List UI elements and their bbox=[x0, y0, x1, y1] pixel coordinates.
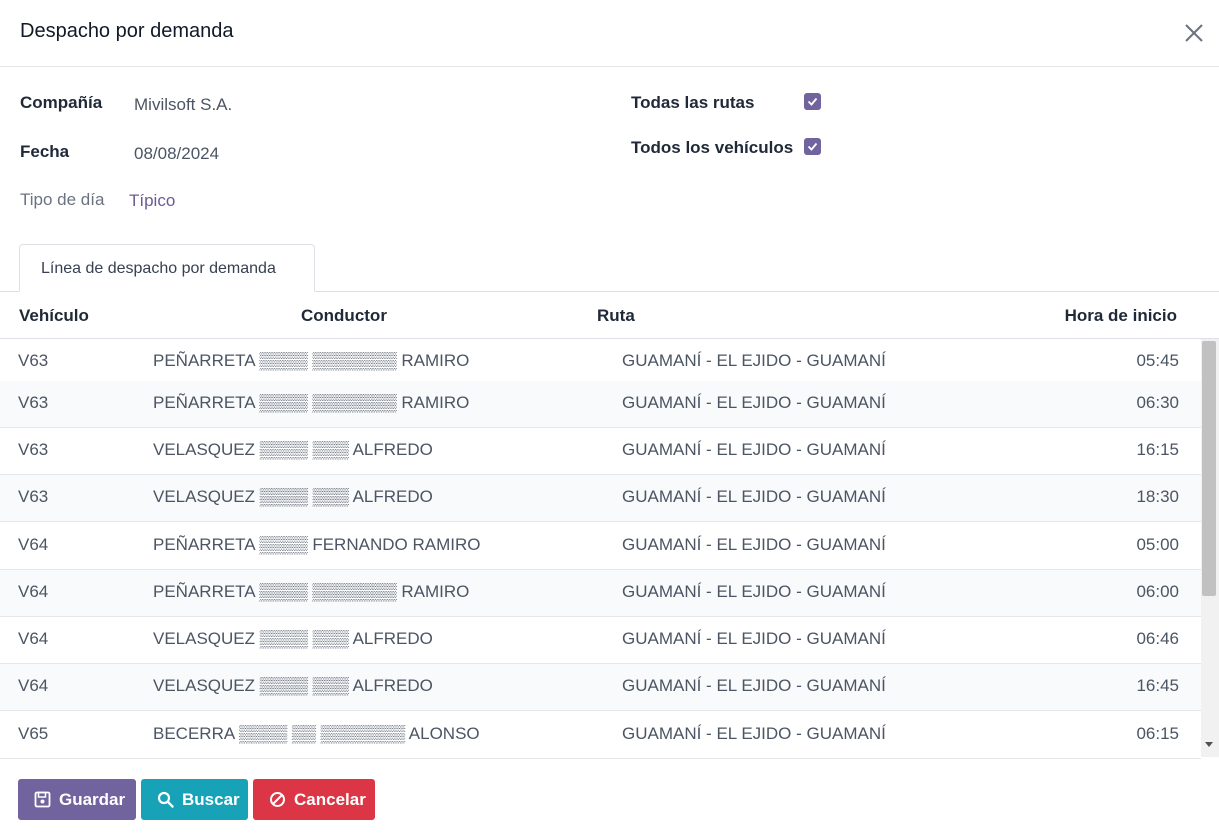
cell-route: GUAMANÍ - EL EJIDO - GUAMANÍ bbox=[622, 724, 886, 743]
cell-start-time: 05:45 bbox=[1136, 351, 1179, 370]
scroll-down-arrow-icon[interactable] bbox=[1205, 742, 1213, 747]
table-row[interactable]: V63 VELASQUEZ ▒▒▒▒ ▒▒▒ ALFREDO GUAMANÍ -… bbox=[0, 428, 1201, 475]
cell-vehicle: V63 bbox=[18, 351, 49, 370]
table-row[interactable]: V64 PEÑARRETA ▒▒▒▒ ▒▒▒▒▒▒▒ RAMIRO GUAMAN… bbox=[0, 570, 1201, 617]
table-row[interactable]: V63 VELASQUEZ ▒▒▒▒ ▒▒▒ ALFREDO GUAMANÍ -… bbox=[0, 475, 1201, 522]
cell-route: GUAMANÍ - EL EJIDO - GUAMANÍ bbox=[622, 487, 886, 506]
all-vehicles-label: Todos los vehículos bbox=[631, 138, 794, 157]
cancel-button-label: Cancelar bbox=[294, 789, 366, 809]
cell-start-time: 06:00 bbox=[1136, 582, 1179, 601]
cell-start-time: 06:15 bbox=[1136, 724, 1179, 743]
column-header-start-time[interactable]: Hora de inicio bbox=[1065, 306, 1177, 326]
cell-vehicle: V63 bbox=[18, 393, 49, 412]
cancel-button[interactable]: Cancelar bbox=[253, 779, 375, 820]
table-scrollbar-thumb[interactable] bbox=[1202, 341, 1216, 596]
day-type-label: Tipo de día bbox=[20, 190, 105, 209]
table-row[interactable]: V64 PEÑARRETA ▒▒▒▒ FERNANDO RAMIRO GUAMA… bbox=[0, 523, 1201, 570]
cell-driver: PEÑARRETA ▒▒▒▒ FERNANDO RAMIRO bbox=[153, 535, 481, 554]
company-label: Compañía bbox=[20, 93, 103, 112]
cell-driver: VELASQUEZ ▒▒▒▒ ▒▒▒ ALFREDO bbox=[153, 487, 433, 506]
cell-route: GUAMANÍ - EL EJIDO - GUAMANÍ bbox=[622, 393, 886, 412]
cell-driver: PEÑARRETA ▒▒▒▒ ▒▒▒▒▒▒▒ RAMIRO bbox=[153, 351, 470, 370]
dialog-header: Despacho por demanda bbox=[0, 0, 1219, 67]
check-icon bbox=[807, 97, 818, 106]
cell-route: GUAMANÍ - EL EJIDO - GUAMANÍ bbox=[622, 676, 886, 695]
cell-vehicle: V64 bbox=[18, 629, 49, 648]
cell-route: GUAMANÍ - EL EJIDO - GUAMANÍ bbox=[622, 629, 886, 648]
table-row[interactable]: V64 VELASQUEZ ▒▒▒▒ ▒▒▒ ALFREDO GUAMANÍ -… bbox=[0, 617, 1201, 664]
cell-driver: PEÑARRETA ▒▒▒▒ ▒▒▒▒▒▒▒ RAMIRO bbox=[153, 393, 470, 412]
day-type-value[interactable]: Típico bbox=[129, 191, 175, 211]
search-button-label: Buscar bbox=[182, 789, 240, 809]
table-row[interactable]: V65 BECERRA ▒▒▒▒ ▒▒ ▒▒▒▒▒▒▒ ALONSO GUAMA… bbox=[0, 712, 1201, 759]
close-icon[interactable] bbox=[1180, 19, 1208, 47]
cell-vehicle: V64 bbox=[18, 535, 49, 554]
cell-vehicle: V63 bbox=[18, 487, 49, 506]
all-vehicles-checkbox[interactable] bbox=[804, 138, 821, 155]
table-row[interactable]: V64 VELASQUEZ ▒▒▒▒ ▒▒▒ ALFREDO GUAMANÍ -… bbox=[0, 664, 1201, 711]
column-header-route[interactable]: Ruta bbox=[597, 306, 635, 326]
search-button[interactable]: Buscar bbox=[141, 779, 248, 820]
cell-driver: BECERRA ▒▒▒▒ ▒▒ ▒▒▒▒▒▒▒ ALONSO bbox=[153, 724, 480, 743]
table-body: V63 PEÑARRETA ▒▒▒▒ ▒▒▒▒▒▒▒ RAMIRO GUAMAN… bbox=[0, 339, 1201, 759]
date-label: Fecha bbox=[20, 142, 70, 161]
cell-route: GUAMANÍ - EL EJIDO - GUAMANÍ bbox=[622, 351, 886, 370]
table-row[interactable]: V63 PEÑARRETA ▒▒▒▒ ▒▒▒▒▒▒▒ RAMIRO GUAMAN… bbox=[0, 381, 1201, 428]
check-icon bbox=[807, 142, 818, 151]
cell-start-time: 05:00 bbox=[1136, 535, 1179, 554]
cell-driver: VELASQUEZ ▒▒▒▒ ▒▒▒ ALFREDO bbox=[153, 440, 433, 459]
save-button[interactable]: Guardar bbox=[18, 779, 136, 820]
column-header-driver[interactable]: Conductor bbox=[301, 306, 387, 326]
cell-driver: VELASQUEZ ▒▒▒▒ ▒▒▒ ALFREDO bbox=[153, 676, 433, 695]
dialog-title: Despacho por demanda bbox=[20, 20, 234, 42]
date-value[interactable]: 08/08/2024 bbox=[134, 144, 219, 164]
table-header: Vehículo Conductor Ruta Hora de inicio bbox=[0, 292, 1219, 339]
search-icon bbox=[157, 791, 174, 808]
cell-start-time: 16:15 bbox=[1136, 440, 1179, 459]
all-routes-label: Todas las rutas bbox=[631, 93, 755, 112]
cell-driver: VELASQUEZ ▒▒▒▒ ▒▒▒ ALFREDO bbox=[153, 629, 433, 648]
save-button-label: Guardar bbox=[59, 789, 126, 809]
floppy-disk-icon bbox=[34, 791, 51, 808]
table-row[interactable]: V63 PEÑARRETA ▒▒▒▒ ▒▒▒▒▒▒▒ RAMIRO GUAMAN… bbox=[0, 339, 1201, 386]
cell-vehicle: V63 bbox=[18, 440, 49, 459]
cell-route: GUAMANÍ - EL EJIDO - GUAMANÍ bbox=[622, 535, 886, 554]
cell-start-time: 16:45 bbox=[1136, 676, 1179, 695]
cell-start-time: 18:30 bbox=[1136, 487, 1179, 506]
cell-vehicle: V64 bbox=[18, 676, 49, 695]
cell-start-time: 06:46 bbox=[1136, 629, 1179, 648]
cell-route: GUAMANÍ - EL EJIDO - GUAMANÍ bbox=[622, 582, 886, 601]
all-routes-checkbox[interactable] bbox=[804, 93, 821, 110]
tab-dispatch-lines[interactable]: Línea de despacho por demanda bbox=[19, 244, 315, 292]
cell-driver: PEÑARRETA ▒▒▒▒ ▒▒▒▒▒▒▒ RAMIRO bbox=[153, 582, 470, 601]
column-header-vehicle[interactable]: Vehículo bbox=[19, 306, 89, 326]
cell-vehicle: V64 bbox=[18, 582, 49, 601]
cell-route: GUAMANÍ - EL EJIDO - GUAMANÍ bbox=[622, 440, 886, 459]
ban-icon bbox=[269, 791, 286, 808]
company-value[interactable]: Mivilsoft S.A. bbox=[134, 95, 232, 115]
cell-vehicle: V65 bbox=[18, 724, 49, 743]
cell-start-time: 06:30 bbox=[1136, 393, 1179, 412]
